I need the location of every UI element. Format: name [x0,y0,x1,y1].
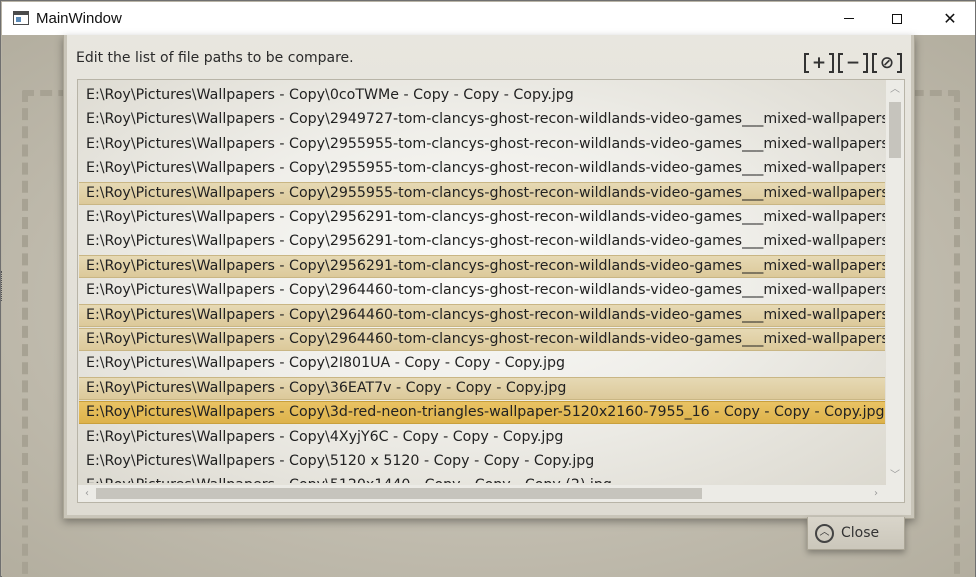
minimize-button[interactable] [826,2,872,35]
maximize-button[interactable] [874,2,920,35]
list-item[interactable]: E:\Roy\Pictures\Wallpapers - Copy\296446… [79,328,885,351]
dialog-instruction: Edit the list of file paths to be compar… [76,50,354,66]
main-window: MainWindow ✕ Edit the list of file paths… [0,0,976,577]
clear-paths-button[interactable]: ⊘ [870,51,904,75]
file-path-rows: E:\Roy\Pictures\Wallpapers - Copy\0coTWM… [78,80,886,483]
list-item[interactable]: E:\Roy\Pictures\Wallpapers - Copy\5120x1… [79,474,885,483]
list-item[interactable]: E:\Roy\Pictures\Wallpapers - Copy\296446… [79,303,885,327]
title-bar[interactable]: MainWindow ✕ [2,2,975,35]
list-item[interactable]: E:\Roy\Pictures\Wallpapers - Copy\3d-red… [79,401,885,425]
list-toolbar: + − ⊘ [802,51,904,75]
list-item[interactable]: E:\Roy\Pictures\Wallpapers - Copy\5120 x… [79,450,885,473]
scroll-left-icon[interactable]: ‹ [82,488,92,499]
list-item[interactable]: E:\Roy\Pictures\Wallpapers - Copy\296446… [79,279,885,302]
minimize-icon [844,18,854,19]
maximize-icon [892,13,902,24]
chevron-up-circle-icon: ︿ [815,523,834,543]
list-item[interactable]: E:\Roy\Pictures\Wallpapers - Copy\294972… [79,108,885,131]
app-window-icon [13,11,29,25]
list-item[interactable]: E:\Roy\Pictures\Wallpapers - Copy\295629… [79,206,885,229]
close-dialog-button[interactable]: ︿ Close [807,517,905,550]
window-edge-mark [1,271,4,301]
list-item[interactable]: E:\Roy\Pictures\Wallpapers - Copy\0coTWM… [79,84,885,107]
minus-icon: − [845,52,861,73]
window-title: MainWindow [36,10,122,27]
list-item[interactable]: E:\Roy\Pictures\Wallpapers - Copy\2I801U… [79,352,885,375]
list-item[interactable]: E:\Roy\Pictures\Wallpapers - Copy\295595… [79,133,885,156]
scroll-up-icon[interactable]: ︿ [890,85,900,95]
list-item[interactable]: E:\Roy\Pictures\Wallpapers - Copy\295629… [79,254,885,278]
dialog-body: Edit the list of file paths to be compar… [67,35,911,515]
scroll-down-icon[interactable]: ﹀ [890,471,900,481]
list-item[interactable]: E:\Roy\Pictures\Wallpapers - Copy\295595… [79,157,885,180]
add-path-button[interactable]: + [802,51,836,75]
plus-icon: + [811,52,827,73]
file-path-list[interactable]: E:\Roy\Pictures\Wallpapers - Copy\0coTWM… [77,79,905,503]
prohibit-icon: ⊘ [879,52,895,73]
close-window-button[interactable]: ✕ [927,2,973,35]
remove-path-button[interactable]: − [836,51,870,75]
scrollbar-corner [886,485,904,502]
horizontal-scrollbar[interactable]: ‹ › [78,485,886,502]
list-item[interactable]: E:\Roy\Pictures\Wallpapers - Copy\295595… [79,181,885,205]
scroll-right-icon[interactable]: › [871,488,881,499]
horizontal-scroll-thumb[interactable] [96,488,702,499]
list-item[interactable]: E:\Roy\Pictures\Wallpapers - Copy\295629… [79,230,885,253]
list-item[interactable]: E:\Roy\Pictures\Wallpapers - Copy\36EAT7… [79,376,885,400]
vertical-scroll-thumb[interactable] [889,102,901,158]
close-button-label: Close [841,525,880,541]
file-list-dialog: Edit the list of file paths to be compar… [63,35,915,519]
list-item[interactable]: E:\Roy\Pictures\Wallpapers - Copy\4XyjY6… [79,426,885,449]
close-icon: ✕ [943,8,957,28]
vertical-scrollbar[interactable]: ︿ ﹀ [886,80,904,485]
